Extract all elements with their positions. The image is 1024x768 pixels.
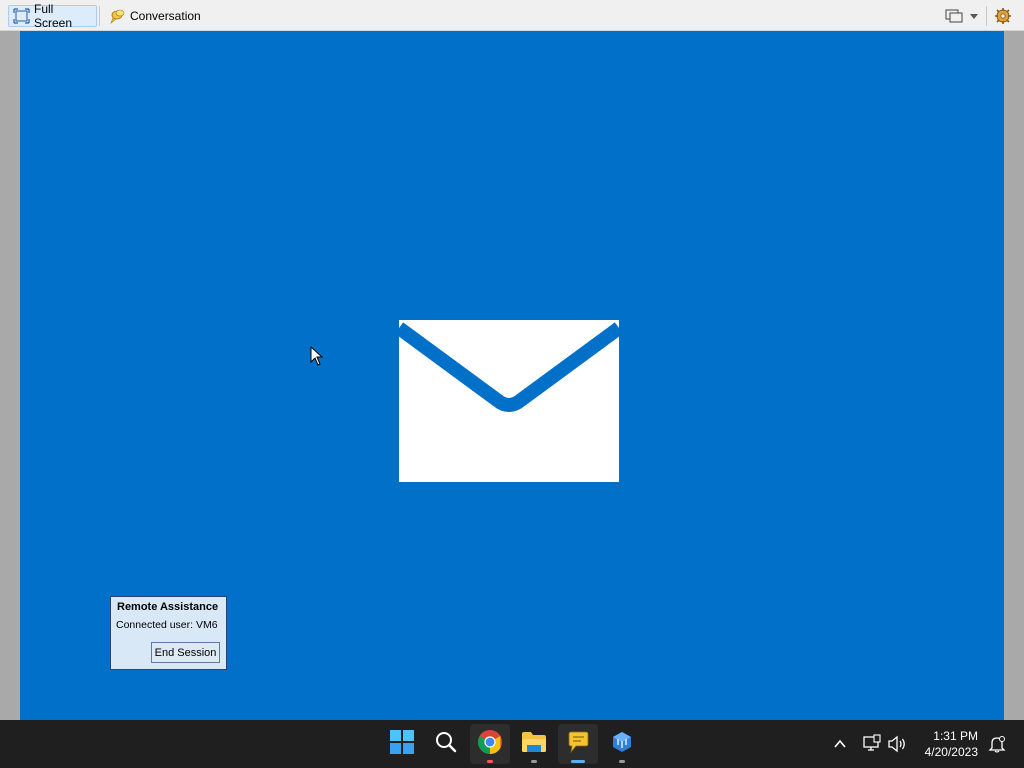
- mouse-cursor-icon: [310, 345, 324, 366]
- chrome-icon: [477, 729, 503, 760]
- screen-icon[interactable]: [944, 7, 964, 25]
- start-button[interactable]: [382, 724, 422, 764]
- remote-assistance-toolbar: Full Screen Conversation: [0, 0, 1024, 31]
- chrome-taskbar-button[interactable]: [470, 724, 510, 764]
- full-screen-label: Full Screen: [34, 2, 73, 30]
- panel-title: Remote Assistance: [117, 601, 219, 613]
- clock-time: 1:31 PM: [933, 729, 978, 743]
- volume-icon[interactable]: [887, 735, 907, 753]
- app-taskbar-button[interactable]: [602, 724, 642, 764]
- full-screen-icon: [13, 8, 30, 24]
- remote-desktop-view[interactable]: Remote Assistance Connected user: VM6 En…: [20, 31, 1004, 720]
- chat-bubble-icon: [566, 730, 590, 759]
- file-explorer-taskbar-button[interactable]: [514, 724, 554, 764]
- full-screen-button[interactable]: Full Screen: [8, 2, 97, 30]
- taskbar: 1:31 PM 4/20/2023: [0, 720, 1024, 768]
- connected-user-label: Connected user:: [116, 619, 194, 631]
- connected-user-value: VM6: [195, 619, 218, 631]
- notification-icon[interactable]: [988, 735, 1006, 753]
- chevron-up-icon[interactable]: [833, 737, 847, 751]
- active-indicator: [571, 760, 585, 763]
- running-indicator: [531, 760, 537, 763]
- folder-icon: [521, 731, 547, 758]
- running-indicator: [619, 760, 625, 763]
- clock-date: 4/20/2023: [924, 745, 978, 759]
- search-icon: [434, 730, 458, 759]
- remote-assistance-taskbar-button[interactable]: [558, 724, 598, 764]
- end-session-button[interactable]: End Session: [151, 642, 220, 663]
- conversation-button[interactable]: Conversation: [104, 5, 201, 27]
- running-indicator: [487, 760, 493, 763]
- app-icon: [610, 730, 634, 759]
- search-button[interactable]: [426, 724, 466, 764]
- windows-logo-icon: [390, 729, 414, 759]
- chevron-down-icon[interactable]: [968, 9, 980, 21]
- toolbar-separator: [986, 6, 987, 26]
- mail-icon: [394, 320, 624, 482]
- conversation-icon: [109, 8, 126, 24]
- taskbar-clock[interactable]: 1:31 PM 4/20/2023: [912, 728, 978, 760]
- conversation-label: Conversation: [130, 9, 201, 23]
- settings-icon[interactable]: [993, 7, 1013, 25]
- toolbar-separator: [99, 6, 100, 26]
- connected-user-text: Connected user: VM6: [116, 619, 218, 631]
- remote-assistance-panel: Remote Assistance Connected user: VM6 En…: [110, 596, 227, 670]
- network-icon[interactable]: [863, 734, 881, 752]
